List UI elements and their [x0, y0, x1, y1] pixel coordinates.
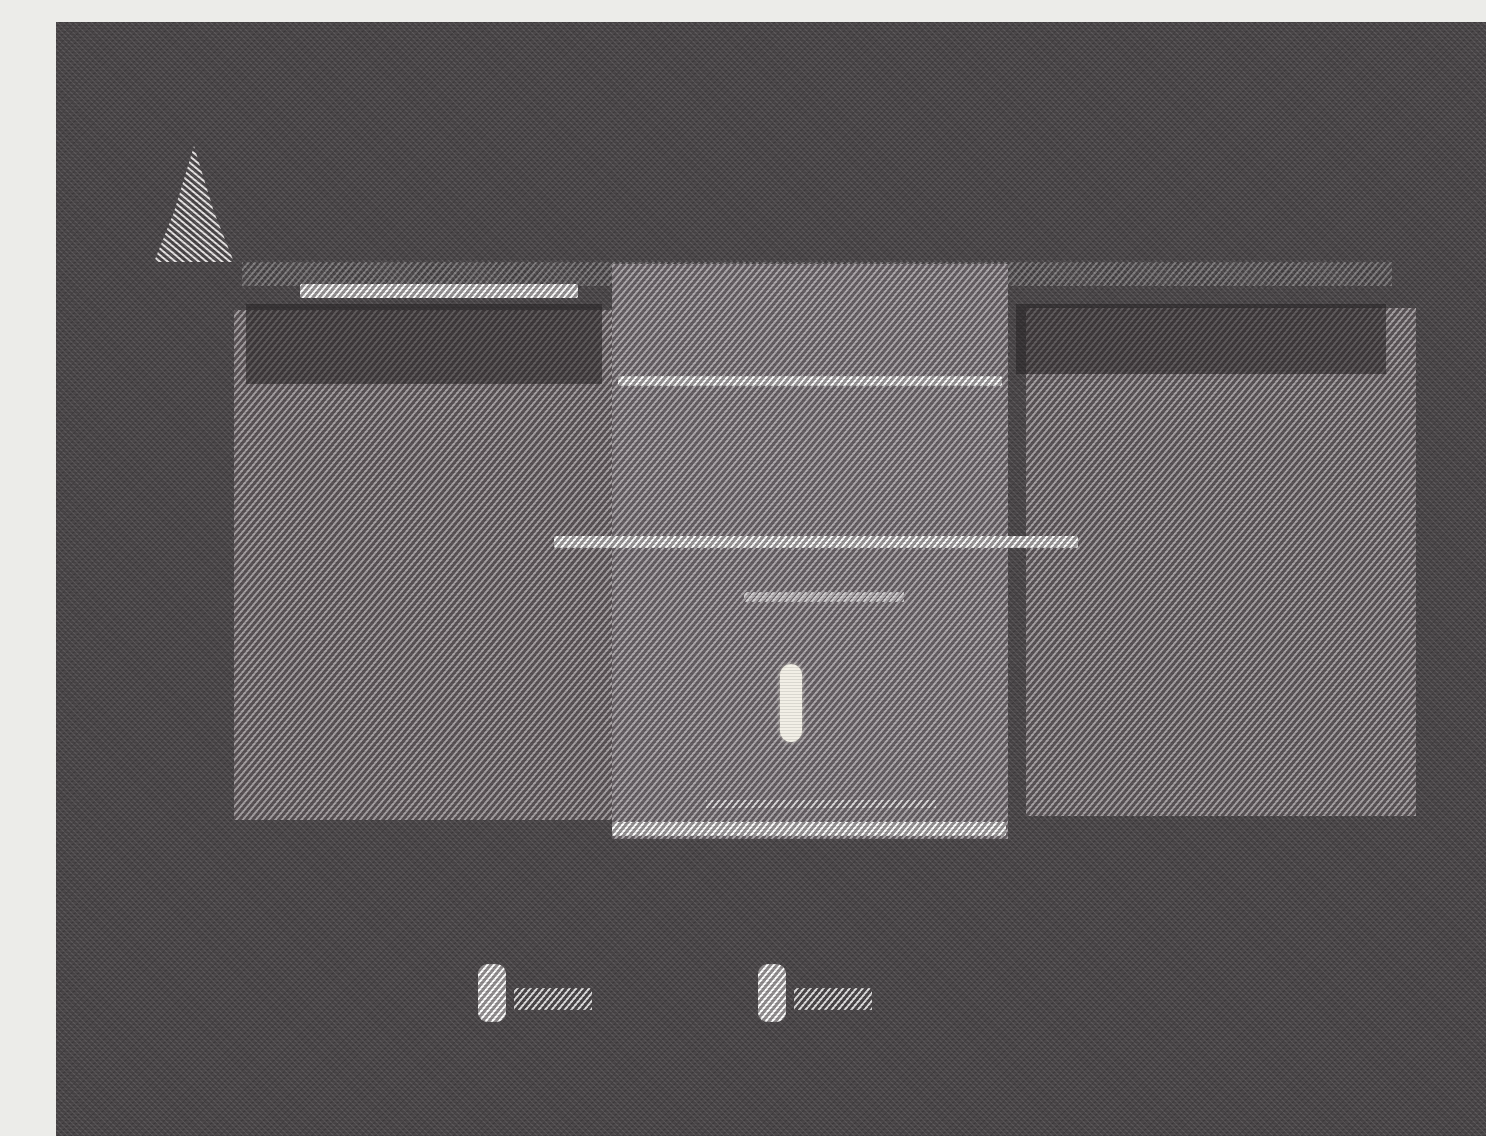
game-screen	[56, 22, 1486, 1136]
photo-frame	[0, 0, 1486, 1136]
inventory-slot-2-dash	[794, 988, 872, 1010]
top-left-ledge	[300, 284, 578, 298]
left-room-wall	[234, 310, 629, 820]
right-room-wall	[1026, 308, 1416, 816]
right-room-shadow	[1016, 304, 1386, 374]
center-floor-ledge	[612, 822, 1006, 836]
left-room-shadow	[246, 304, 602, 384]
inventory-slot-1-block	[478, 964, 506, 1022]
inventory-slot-1-dash	[514, 988, 592, 1010]
arrow-up-icon	[154, 146, 234, 262]
center-room	[612, 264, 1008, 839]
center-middle-ledge	[554, 536, 1078, 548]
inventory-slot-2-block	[758, 964, 786, 1022]
center-small-ledge	[744, 592, 904, 602]
floor-shadow-ledge	[706, 800, 936, 808]
center-upper-ledge	[618, 376, 1002, 386]
player-marker[interactable]	[780, 664, 802, 742]
